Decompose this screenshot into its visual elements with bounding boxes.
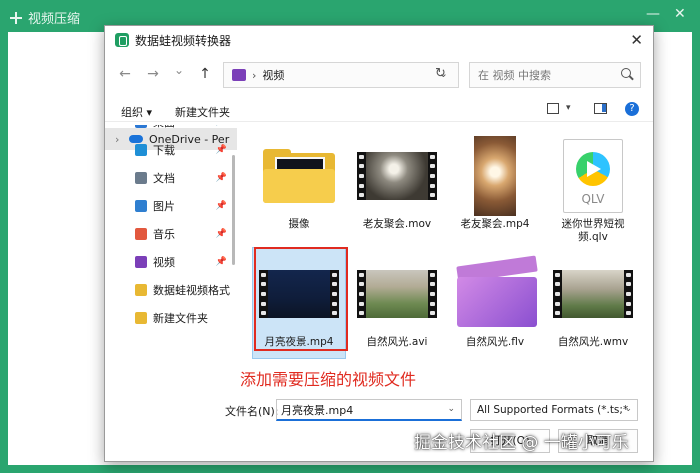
back-icon[interactable]: ← (115, 66, 135, 82)
sidebar-item[interactable]: 图片 📌 (105, 195, 237, 217)
chevron-down-icon[interactable]: ⌄ (447, 404, 455, 414)
sidebar-item[interactable]: 下载 📌 (105, 139, 237, 161)
file-name: 自然风光.flv (465, 336, 525, 348)
sidebar-item-label: 数据蛙视频格式 (153, 284, 230, 297)
file-item[interactable]: 老友聚会.mp4 (449, 130, 541, 240)
filename-value: 月亮夜景.mp4 (281, 403, 354, 417)
sidebar-item[interactable]: 音乐 📌 (105, 223, 237, 245)
file-type-select[interactable]: All Supported Formats (*.ts;* ⌄ (470, 399, 638, 421)
sidebar-item[interactable]: 视频 📌 (105, 251, 237, 273)
sidebar-item-label: 文档 (153, 172, 175, 185)
search-input[interactable]: 在 视频 中搜索 (469, 62, 641, 88)
sidebar-item-label: 图片 (153, 200, 175, 213)
file-item[interactable]: QLV 迷你世界短视频.qlv (547, 130, 639, 243)
sidebar-item-label: 音乐 (153, 228, 175, 241)
navigation-scrollbar[interactable] (232, 155, 235, 265)
pin-icon[interactable]: 📌 (216, 229, 227, 239)
address-bar[interactable]: › 视频 ⌄ (223, 62, 459, 88)
up-icon[interactable]: ↑ (195, 66, 215, 82)
document-icon (135, 172, 147, 184)
sidebar-item-label: 视频 (153, 256, 175, 269)
sidebar-item-label: 新建文件夹 (153, 312, 208, 325)
filename-input[interactable]: 月亮夜景.mp4 ⌄ (276, 399, 462, 421)
file-item[interactable]: 月亮夜景.mp4 (252, 247, 346, 359)
qlv-badge: QLV (581, 192, 605, 206)
qlv-file-icon: QLV (553, 136, 633, 216)
pin-icon[interactable]: 📌 (216, 201, 227, 211)
refresh-icon[interactable]: ↻ (435, 66, 446, 81)
close-icon[interactable]: ✕ (674, 6, 686, 22)
breadcrumb-videos[interactable]: 视频 (262, 67, 284, 83)
file-name: 自然风光.wmv (557, 336, 629, 348)
forward-icon[interactable]: → (143, 66, 163, 82)
file-type-value: All Supported Formats (*.ts;* (477, 404, 629, 416)
file-list: 摄像 老友聚会.mov 老友聚会.mp4 QLV 迷你世界短视频.qlv 月亮夜景.mp4… (245, 126, 651, 388)
dialog-close-icon[interactable]: ✕ (630, 31, 643, 49)
dialog-title: 数据蛙视频转换器 (135, 33, 232, 48)
app-title-text: 视频压缩 (28, 12, 81, 27)
file-item[interactable]: 自然风光.avi (351, 248, 443, 358)
recent-locations-icon[interactable]: ⌄ (169, 63, 189, 77)
videos-folder-icon (232, 69, 246, 81)
video-thumbnail (357, 136, 437, 216)
file-item[interactable]: 自然风光.flv (449, 248, 541, 358)
filename-label: 文件名(N): (225, 405, 279, 418)
clapperboard-icon (455, 254, 538, 334)
preview-pane-icon[interactable] (594, 103, 607, 114)
breadcrumb-separator: › (252, 68, 257, 82)
pin-icon[interactable]: 📌 (216, 145, 227, 155)
view-dropdown-icon[interactable]: ▾ (566, 103, 571, 113)
folder-icon (259, 136, 339, 216)
watermark-text: 掘金技术社区 @ 一罐小可乐 (414, 433, 629, 453)
file-open-dialog: 数据蛙视频转换器 ✕ ← → ⌄ ↑ › 视频 ⌄ ↻ 在 视频 中搜索 组织 … (104, 25, 654, 462)
chevron-down-icon[interactable]: ⌄ (624, 404, 632, 414)
video-thumbnail (553, 254, 633, 334)
pin-icon[interactable]: 📌 (216, 125, 227, 127)
app-logo-icon (10, 11, 22, 24)
address-bar-row: ← → ⌄ ↑ › 视频 ⌄ ↻ 在 视频 中搜索 (105, 60, 653, 90)
sidebar-item-label: 桌面 (153, 125, 175, 130)
sidebar-item[interactable]: 桌面 📌 (105, 125, 237, 133)
folder-icon (135, 284, 147, 296)
file-name: 老友聚会.mov (362, 218, 432, 230)
pin-icon[interactable]: 📌 (216, 173, 227, 183)
desktop-icon (135, 125, 147, 128)
folder-icon (135, 312, 147, 324)
file-name: 自然风光.avi (366, 336, 428, 348)
videos-icon (135, 256, 147, 268)
music-icon (135, 228, 147, 240)
help-icon[interactable]: ? (625, 102, 639, 116)
file-item[interactable]: 自然风光.wmv (547, 248, 639, 358)
navigation-pane: › OneDrive - Per 桌面📌下载📌文档📌图片📌音乐📌视频📌数据蛙视频… (105, 125, 237, 387)
pin-icon[interactable]: 📌 (216, 257, 227, 267)
search-icon[interactable] (621, 68, 631, 78)
file-item[interactable]: 老友聚会.mov (351, 130, 443, 240)
annotation-text: 添加需要压缩的视频文件 (240, 370, 417, 389)
video-thumbnail (455, 136, 535, 216)
organize-button[interactable]: 组织 ▾ (121, 104, 152, 120)
file-item[interactable]: 摄像 (253, 130, 345, 240)
video-thumbnail (357, 254, 437, 334)
file-name: 老友聚会.mp4 (460, 218, 530, 230)
file-name: 迷你世界短视频.qlv (561, 218, 625, 243)
app-icon (115, 33, 129, 47)
pictures-icon (135, 200, 147, 212)
sidebar-item-label: 下载 (153, 144, 175, 157)
view-mode-icon[interactable] (547, 103, 559, 114)
sidebar-item[interactable]: 新建文件夹 (105, 307, 237, 329)
new-folder-button[interactable]: 新建文件夹 (175, 104, 230, 120)
file-name: 摄像 (288, 218, 310, 230)
download-icon (135, 144, 147, 156)
app-titlebar: 视频压缩 (10, 8, 80, 27)
minimize-icon[interactable]: — (646, 6, 660, 22)
command-bar: 组织 ▾ 新建文件夹 ▾ ? (105, 98, 653, 122)
dialog-titlebar: 数据蛙视频转换器 (105, 26, 653, 54)
sidebar-item[interactable]: 文档 📌 (105, 167, 237, 189)
sidebar-item[interactable]: 数据蛙视频格式 (105, 279, 237, 301)
video-thumbnail (259, 254, 339, 334)
file-name: 月亮夜景.mp4 (264, 336, 334, 348)
